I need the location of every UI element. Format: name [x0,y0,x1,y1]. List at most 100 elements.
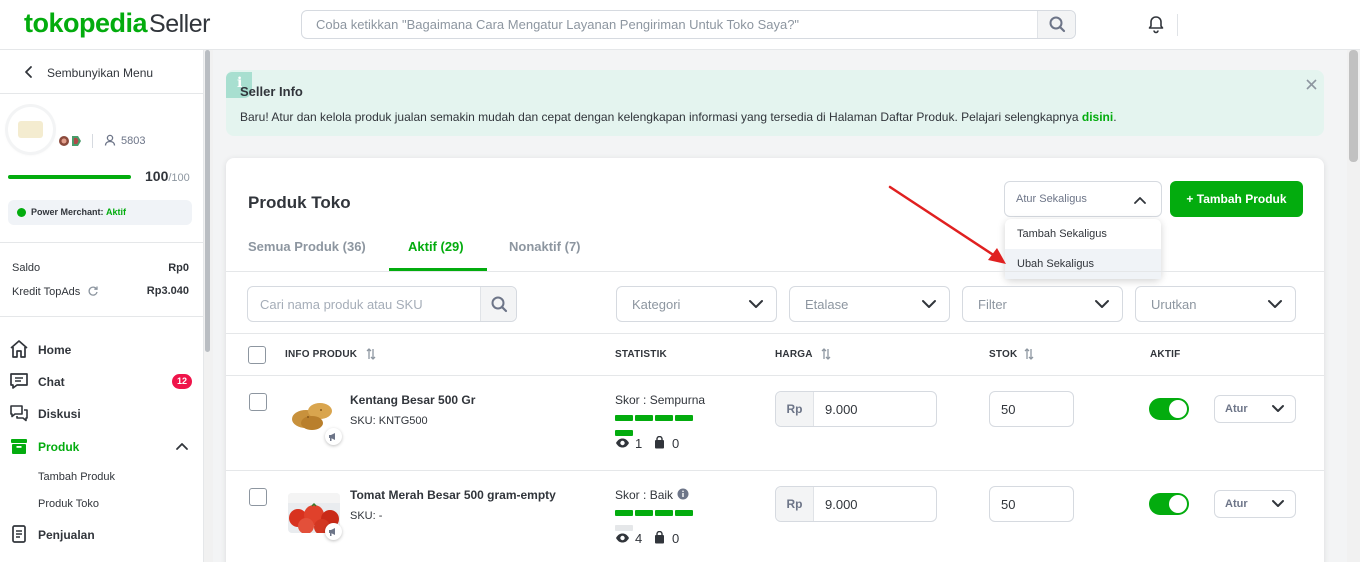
sidebar-item-label: Diskusi [38,407,81,421]
power-merchant-badge[interactable]: Power Merchant: Aktif [8,200,192,225]
profile-divider [92,134,93,148]
active-toggle[interactable] [1149,493,1189,515]
seller-info-banner [226,70,1324,136]
filter-select[interactable]: Filter [962,286,1123,322]
shop-avatar[interactable] [8,107,53,152]
chat-unread-badge: 12 [172,374,192,389]
sort-icon[interactable] [1024,348,1034,360]
seller-info-title: Seller Info [240,84,303,99]
row-checkbox[interactable] [249,393,267,411]
price-value: 9.000 [825,402,858,417]
score-segment [655,415,673,421]
promote-icon[interactable] [325,523,342,540]
sold-count: 0 [672,436,680,451]
search-icon [491,296,508,313]
score-segment [635,510,653,516]
sidebar-item-chat[interactable]: Chat 12 [9,371,199,393]
product-sku: SKU: KNTG500 [350,415,428,427]
sidebar-item-home[interactable]: Home [9,339,199,361]
tab-nonaktif[interactable]: Nonaktif (7) [509,239,581,254]
stock-value: 50 [1001,497,1016,512]
kredit-label-text: Kredit TopAds [12,286,81,298]
stock-input[interactable]: 50 [989,391,1074,427]
skor-label: Skor : [615,488,650,502]
score-segment [675,510,693,516]
saldo-value[interactable]: Rp0 [168,262,189,274]
sidebar-item-diskusi[interactable]: Diskusi [9,403,199,425]
dropdown-item-tambah-sekaligus[interactable]: Tambah Sekaligus [1005,219,1161,249]
etalase-select[interactable]: Etalase [789,286,950,322]
bag-icon [655,436,664,449]
product-name[interactable]: Kentang Besar 500 Gr [350,393,475,407]
sidebar-divider-2 [0,316,204,317]
promote-icon[interactable] [325,428,342,445]
row-action-select[interactable]: Atur [1214,395,1296,423]
toggle-knob [1169,495,1187,513]
tokopedia-seller-logo[interactable]: tokopediaSeller [24,8,210,39]
shop-score-bar [8,175,131,179]
views-stat: 4 [615,531,642,546]
row-action-select[interactable]: Atur [1214,490,1296,518]
sidebar-item-penjualan[interactable]: Penjualan [9,524,199,546]
info-circle-icon[interactable] [677,488,689,500]
product-search-box [247,286,517,322]
product-search-button[interactable] [480,287,516,321]
eye-icon [616,438,629,448]
toggle-knob [1169,400,1187,418]
chevron-down-icon [1272,405,1284,412]
price-input[interactable]: Rp 9.000 [775,486,937,522]
product-search-input[interactable] [248,287,480,321]
currency-prefix: Rp [776,487,814,521]
skor-label: Skor : [615,393,650,407]
sidebar-subitem-produk-toko[interactable]: Produk Toko [38,498,99,510]
kredit-topads-value[interactable]: Rp3.040 [147,285,189,297]
search-icon [1049,16,1066,33]
hide-menu-button[interactable]: Sembunyikan Menu [0,50,204,94]
bulk-action-select[interactable]: Atur Sekaligus [1004,181,1162,217]
sidebar-item-label: Home [38,343,72,357]
close-banner-button[interactable] [1305,78,1318,91]
shop-badge-icon [58,134,84,148]
select-all-checkbox[interactable] [248,346,266,364]
sidebar-item-produk[interactable]: Produk [9,436,199,458]
seller-info-end: . [1113,110,1117,124]
urutkan-select[interactable]: Urutkan [1135,286,1296,322]
sidebar-item-label: Penjualan [38,528,95,542]
dropdown-item-ubah-sekaligus[interactable]: Ubah Sekaligus [1005,249,1161,279]
active-toggle[interactable] [1149,398,1189,420]
price-input[interactable]: Rp 9.000 [775,391,937,427]
tab-aktif[interactable]: Aktif (29) [408,239,464,254]
refresh-icon[interactable] [87,285,99,297]
select-label: Urutkan [1151,297,1197,312]
sidebar-scrollbar-thumb[interactable] [205,50,210,352]
followers-value: 5803 [121,135,146,147]
home-icon [10,340,28,358]
currency-prefix: Rp [776,392,814,426]
add-product-button[interactable]: + Tambah Produk [1170,181,1303,217]
page-scrollbar-thumb[interactable] [1349,50,1358,162]
sort-icon[interactable] [821,348,831,360]
price-value: 9.000 [825,497,858,512]
help-search-input[interactable] [302,11,1037,38]
help-search-button[interactable] [1037,11,1075,38]
user-icon [104,134,116,146]
notification-bell[interactable] [1146,14,1166,34]
sort-icon[interactable] [366,348,376,360]
sidebar-item-label: Produk [38,440,80,454]
score-segment [635,415,653,421]
tab-semua-produk[interactable]: Semua Produk (36) [248,239,366,254]
stock-input[interactable]: 50 [989,486,1074,522]
kategori-select[interactable]: Kategori [616,286,777,322]
row-checkbox[interactable] [249,488,267,506]
sidebar-item-label: Chat [38,375,65,389]
tabs-divider [226,271,1324,272]
seller-info-link[interactable]: disini [1082,110,1113,124]
sidebar-subitem-tambah-produk[interactable]: Tambah Produk [38,471,115,483]
help-search-box [301,10,1076,39]
eye-icon [616,533,629,543]
product-image[interactable] [288,393,340,433]
product-name[interactable]: Tomat Merah Besar 500 gram-empty [350,488,556,502]
views-count: 1 [635,436,643,451]
score-value: 100 [145,168,169,184]
page-scrollbar[interactable] [1347,50,1360,562]
